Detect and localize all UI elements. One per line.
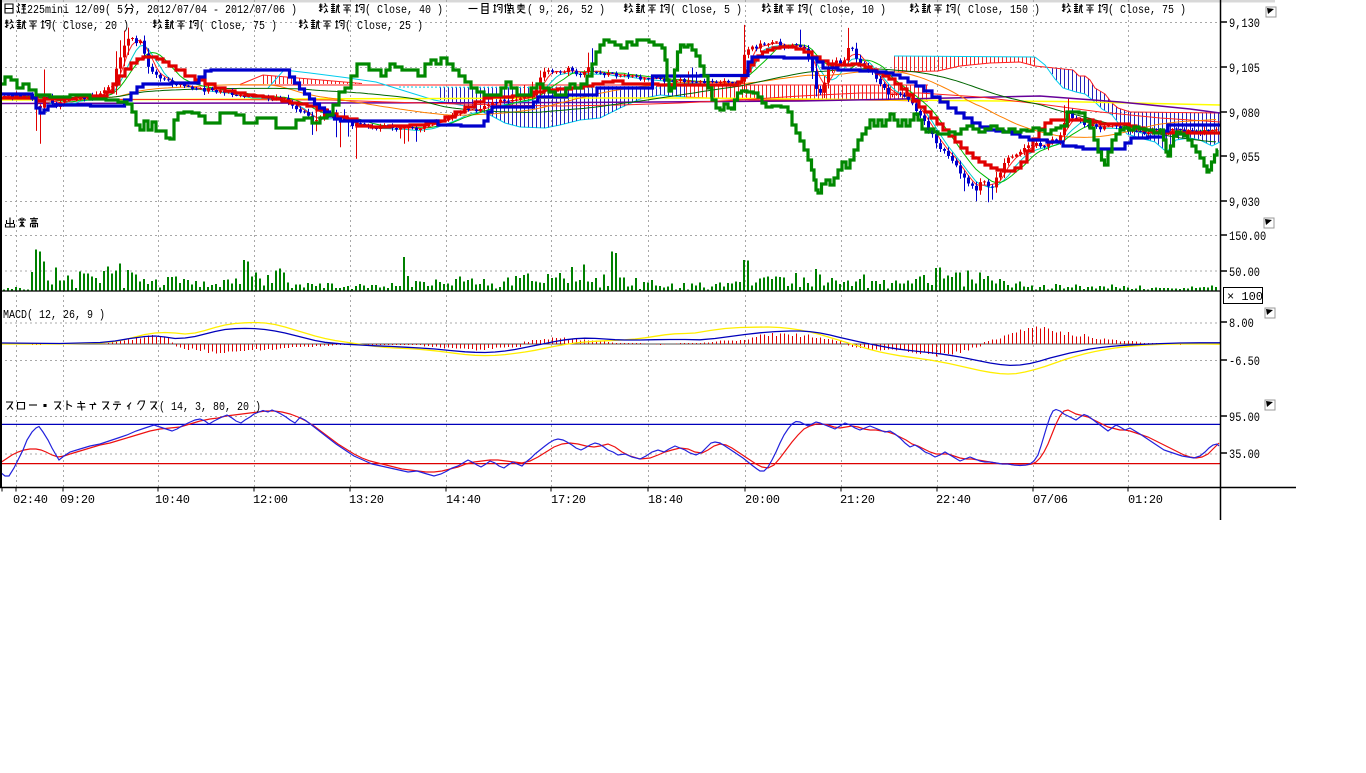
svg-text:150.00: 150.00 <box>1229 229 1266 244</box>
svg-text:50.00: 50.00 <box>1229 265 1260 280</box>
svg-text:9,080: 9,080 <box>1229 106 1260 121</box>
svg-text:17:20: 17:20 <box>551 493 586 507</box>
svg-text:12:00: 12:00 <box>253 493 288 507</box>
svg-text:( Close, 40 ): ( Close, 40 ) <box>365 4 443 17</box>
svg-text:( Close, 20 ): ( Close, 20 ) <box>51 20 129 33</box>
svg-text:-6.50: -6.50 <box>1229 354 1260 369</box>
svg-text:8.00: 8.00 <box>1229 316 1254 331</box>
svg-text:09:20: 09:20 <box>60 493 95 507</box>
svg-text:35.00: 35.00 <box>1229 447 1260 462</box>
svg-text:( Close, 150 ): ( Close, 150 ) <box>956 4 1040 17</box>
svg-text:10:40: 10:40 <box>155 493 190 507</box>
svg-text:9,055: 9,055 <box>1229 150 1260 165</box>
svg-text:20:00: 20:00 <box>745 493 780 507</box>
svg-text:01:20: 01:20 <box>1128 493 1163 507</box>
svg-text:07/06: 07/06 <box>1033 493 1068 507</box>
svg-text:( Close, 75 ): ( Close, 75 ) <box>1108 4 1186 17</box>
svg-text:02:40: 02:40 <box>13 493 48 507</box>
svg-text:9,130: 9,130 <box>1229 16 1260 31</box>
svg-text:( 14, 3, 80, 20 ): ( 14, 3, 80, 20 ) <box>159 401 261 414</box>
svg-text:× 100: × 100 <box>1227 290 1263 304</box>
svg-text:, 2012/07/04 - 2012/07/06 ): , 2012/07/04 - 2012/07/06 ) <box>135 4 297 17</box>
svg-text:( Close, 25 ): ( Close, 25 ) <box>345 20 423 33</box>
svg-text:18:40: 18:40 <box>648 493 683 507</box>
svg-text:14:40: 14:40 <box>446 493 481 507</box>
svg-text:21:20: 21:20 <box>840 493 875 507</box>
svg-text:MACD( 12, 26, 9 ): MACD( 12, 26, 9 ) <box>3 309 105 322</box>
svg-text:9,105: 9,105 <box>1229 61 1260 76</box>
svg-text:22:40: 22:40 <box>936 493 971 507</box>
svg-text:95.00: 95.00 <box>1229 410 1260 425</box>
svg-text:( Close, 5 ): ( Close, 5 ) <box>670 4 742 17</box>
svg-text:( 9, 26, 52 ): ( 9, 26, 52 ) <box>527 4 605 17</box>
svg-text:( Close, 10 ): ( Close, 10 ) <box>808 4 886 17</box>
svg-text:13:20: 13:20 <box>349 493 384 507</box>
svg-text:9,030: 9,030 <box>1229 195 1260 210</box>
svg-text:225mini 12/09( 5: 225mini 12/09( 5 <box>27 4 123 17</box>
svg-text:( Close, 75 ): ( Close, 75 ) <box>199 20 277 33</box>
